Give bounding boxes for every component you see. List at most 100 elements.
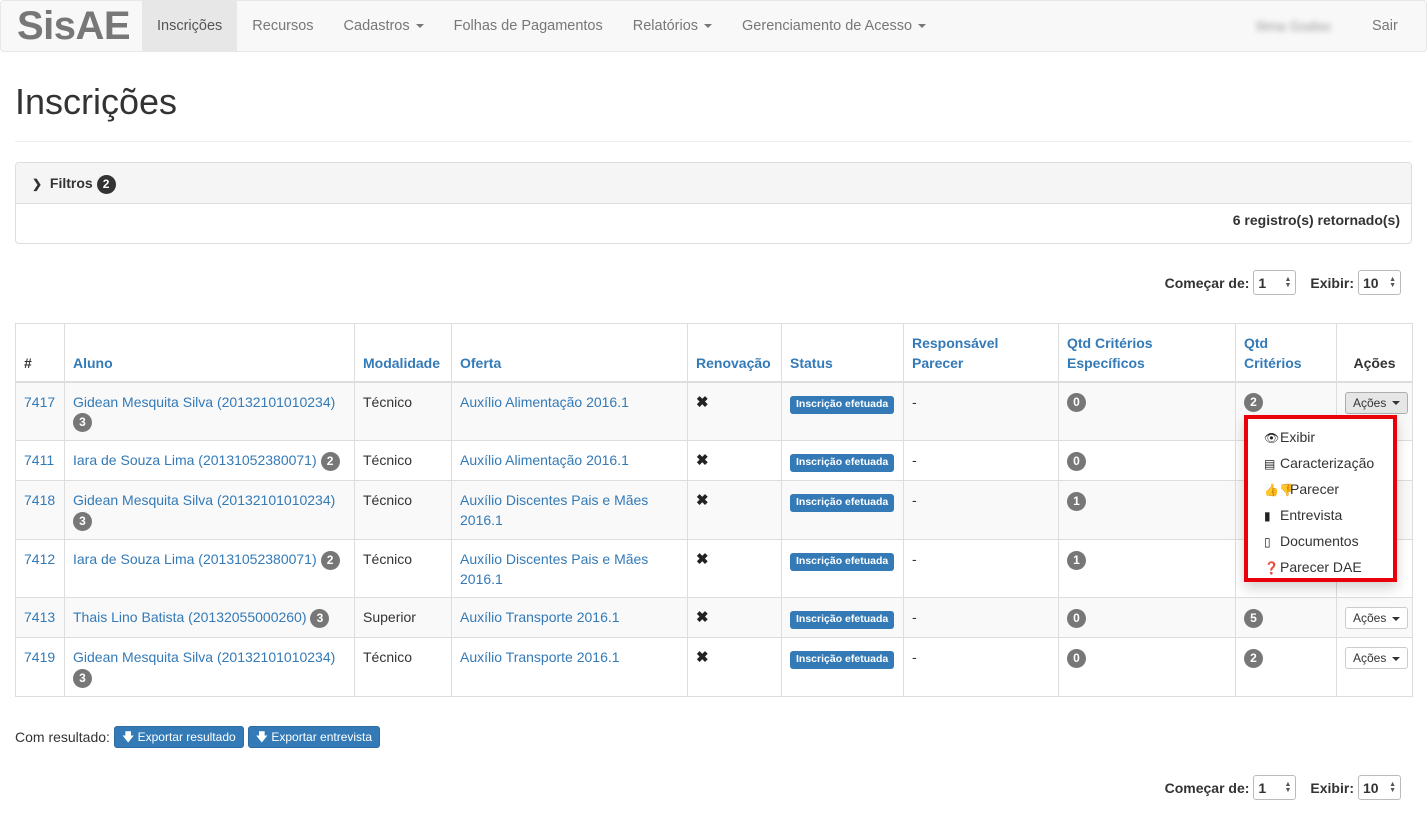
aluno-link[interactable]: Iara de Souza Lima (20131052380071) (73, 452, 317, 468)
aluno-link[interactable]: Gidean Mesquita Silva (20132101010234) (73, 649, 335, 665)
spinner-icon[interactable]: ▲ ▼ (1284, 276, 1291, 289)
sort-link[interactable]: Qtd Critérios Específicos (1067, 335, 1153, 371)
col-header-responsavel[interactable]: Responsável Parecer (903, 323, 1059, 383)
acoes-button[interactable]: Ações (1345, 647, 1409, 670)
caret-down-icon (1392, 401, 1401, 406)
nav-label: Folhas de Pagamentos (453, 18, 603, 34)
menu-label: Parecer (1290, 481, 1340, 497)
start-input[interactable]: 1 ▲ ▼ (1253, 270, 1297, 295)
export-entrevista-button[interactable]: 🡇 Exportar entrevista (247, 726, 381, 748)
id-link[interactable]: 7413 (24, 609, 55, 625)
show-input[interactable]: 10 ▲ ▼ (1358, 775, 1401, 800)
cell-qtd-especificos: 0 (1058, 597, 1236, 639)
user-name[interactable]: Ilima Godso (1256, 1, 1331, 51)
x-mark-icon: ✖ (696, 492, 709, 510)
col-header-aluno[interactable]: Aluno (64, 323, 355, 383)
nav-item-recursos[interactable]: Recursos (237, 1, 328, 51)
spinner-icon[interactable]: ▲ ▼ (1389, 276, 1396, 289)
status-badge: Inscrição efetuada (790, 553, 895, 572)
cell-renovacao: ✖ (687, 597, 782, 639)
cell-renovacao: ✖ (687, 440, 782, 482)
oferta-link[interactable]: Auxílio Alimentação 2016.1 (460, 394, 629, 410)
oferta-link[interactable]: Auxílio Transporte 2016.1 (460, 649, 620, 665)
spinner-icon[interactable]: ▲ ▼ (1284, 781, 1291, 794)
cell-id[interactable]: 7412 (15, 539, 65, 599)
logout-link[interactable]: Sair (1357, 1, 1413, 51)
export-resultado-button[interactable]: 🡇 Exportar resultado (113, 726, 244, 748)
aluno-count-badge: 2 (320, 550, 340, 570)
aluno-count-badge: 3 (73, 512, 92, 532)
nav-item-inscricoes[interactable]: Inscrições (142, 1, 238, 51)
menu-item-caracterizacao[interactable]: ▤ Caracterização (1248, 450, 1393, 476)
sort-link[interactable]: Aluno (73, 355, 113, 371)
col-header-modalidade[interactable]: Modalidade (354, 323, 452, 383)
cell-modalidade: Técnico (354, 637, 452, 697)
oferta-link[interactable]: Auxílio Discentes Pais e Mães 2016.1 (460, 492, 648, 528)
sort-link[interactable]: Renovação (696, 355, 771, 371)
start-input[interactable]: 1 ▲ ▼ (1253, 775, 1297, 800)
cell-acoes: Ações (1336, 597, 1413, 639)
id-link[interactable]: 7412 (24, 551, 55, 567)
nav-label: Gerenciamento de Acesso (742, 18, 913, 34)
nav-item-cadastros[interactable]: Cadastros (329, 1, 439, 51)
brand-logo[interactable]: SisAE (17, 3, 131, 49)
sort-link[interactable]: Status (790, 355, 833, 371)
menu-item-entrevista[interactable]: ▮ Entrevista (1248, 502, 1393, 528)
aluno-link[interactable]: Iara de Souza Lima (20131052380071) (73, 551, 317, 567)
menu-item-exibir[interactable]: 👁Exibir (1248, 424, 1393, 450)
show-value: 10 (1363, 779, 1379, 796)
id-link[interactable]: 7417 (24, 394, 55, 410)
acoes-button[interactable]: Ações (1345, 391, 1409, 414)
sort-link[interactable]: Qtd Critérios (1244, 335, 1302, 371)
aluno-link[interactable]: Gidean Mesquita Silva (20132101010234) (73, 492, 335, 508)
id-link[interactable]: 7419 (24, 649, 55, 665)
col-header-renovacao[interactable]: Renovação (687, 323, 782, 383)
menu-item-documentos[interactable]: ▯ Documentos (1248, 528, 1393, 554)
cell-id[interactable]: 7417 (15, 380, 65, 442)
filters-toggle[interactable]: ❯ Filtros 2 (16, 163, 1411, 204)
show-input[interactable]: 10 ▲ ▼ (1358, 270, 1401, 295)
cell-modalidade: Técnico (354, 440, 452, 482)
menu-item-parecer-dae[interactable]: ❓Parecer DAE (1248, 554, 1393, 580)
col-header-status[interactable]: Status (781, 323, 904, 383)
menu-item-parecer[interactable]: 👍👎Parecer (1248, 476, 1393, 502)
col-header-qtd-especificos[interactable]: Qtd Critérios Específicos (1058, 323, 1236, 383)
id-link[interactable]: 7418 (24, 492, 55, 508)
cell-id[interactable]: 7418 (15, 480, 65, 541)
id-link[interactable]: 7411 (24, 452, 54, 468)
sort-link[interactable]: Oferta (460, 355, 501, 371)
start-label: Começar de: (1164, 779, 1250, 796)
cell-id[interactable]: 7411 (15, 440, 65, 482)
col-header-oferta[interactable]: Oferta (451, 323, 688, 383)
oferta-link[interactable]: Auxílio Alimentação 2016.1 (460, 452, 629, 468)
col-header-id: # (15, 323, 65, 383)
cell-modalidade: Técnico (354, 539, 452, 599)
aluno-link[interactable]: Thais Lino Batista (20132055000260) (73, 609, 307, 625)
sort-link[interactable]: Modalidade (363, 355, 440, 371)
filters-label: Filtros (49, 175, 93, 191)
nav-label: Recursos (252, 18, 314, 34)
oferta-link[interactable]: Auxílio Discentes Pais e Mães 2016.1 (460, 551, 648, 587)
acoes-label: Ações (1353, 651, 1387, 666)
count-badge: 1 (1067, 492, 1086, 512)
nav-item-relatorios[interactable]: Relatórios (618, 1, 727, 51)
cell-renovacao: ✖ (687, 539, 782, 599)
spinner-icon[interactable]: ▲ ▼ (1389, 781, 1396, 794)
menu-label: Entrevista (1280, 507, 1343, 523)
cell-id[interactable]: 7413 (15, 597, 65, 639)
acoes-button[interactable]: Ações (1345, 607, 1409, 630)
col-header-qtd-criterios[interactable]: Qtd Critérios (1235, 323, 1337, 383)
nav-item-folhas[interactable]: Folhas de Pagamentos (439, 1, 618, 51)
table-row: 7412 Iara de Souza Lima (20131052380071)… (15, 539, 1413, 599)
aluno-count-badge: 3 (73, 668, 92, 688)
sort-link[interactable]: Responsável Parecer (912, 335, 998, 371)
nav-item-gerenciamento[interactable]: Gerenciamento de Acesso (727, 1, 941, 51)
aluno-link[interactable]: Gidean Mesquita Silva (20132101010234) (73, 394, 335, 410)
navbar: SisAE Inscrições Recursos Cadastros Folh… (0, 0, 1427, 52)
file-icon: ▯ (1264, 535, 1271, 549)
oferta-link[interactable]: Auxílio Transporte 2016.1 (460, 609, 620, 625)
cell-id[interactable]: 7419 (15, 637, 65, 697)
acoes-label: Ações (1353, 611, 1387, 626)
start-value: 1 (1258, 274, 1267, 291)
menu-label: Exibir (1280, 429, 1316, 445)
